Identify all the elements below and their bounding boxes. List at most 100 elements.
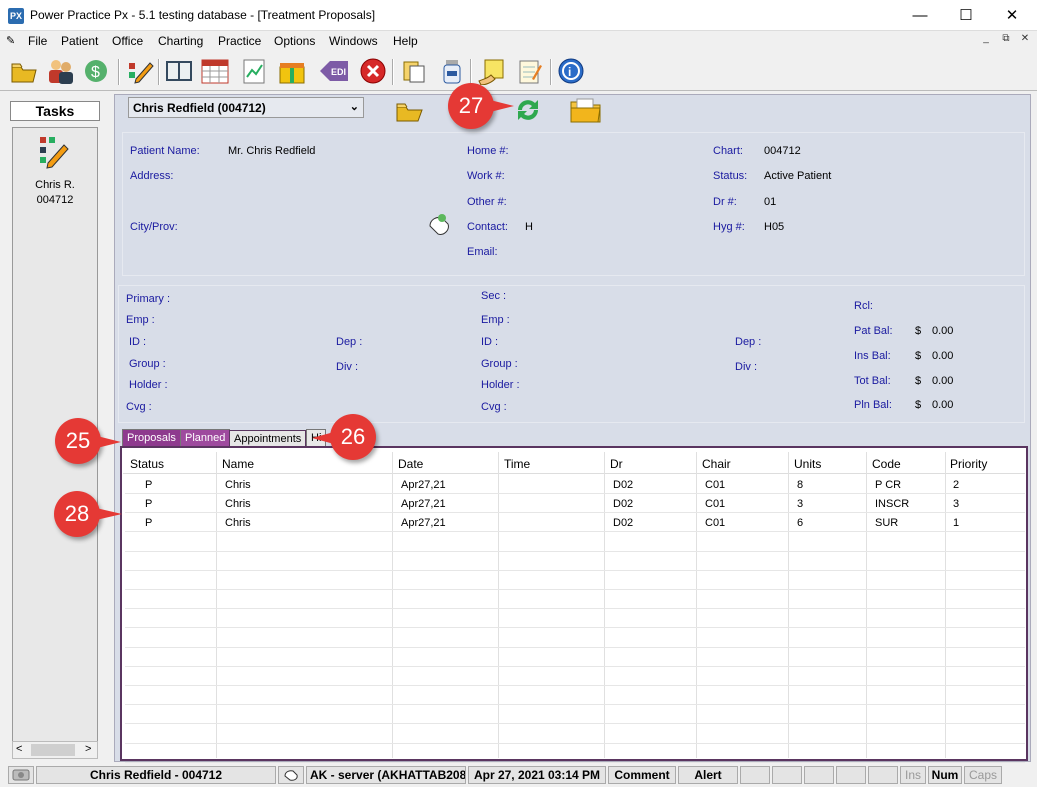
menu-practice[interactable]: Practice <box>218 34 261 48</box>
task-patient-name[interactable]: Chris R. <box>12 179 98 191</box>
table-cell-code: P CR <box>875 479 902 491</box>
col-dr[interactable]: Dr <box>610 457 623 471</box>
grid-row-line <box>125 646 1025 648</box>
notepad-icon[interactable] <box>514 55 546 87</box>
status-datetime: Apr 27, 2021 03:14 PM <box>468 766 606 784</box>
grid-row-line <box>125 704 1025 706</box>
menu-help[interactable]: Help <box>393 34 418 48</box>
tab-planned[interactable]: Planned <box>180 429 231 447</box>
mdi-minimize-button[interactable]: _ <box>978 33 994 47</box>
documents-icon[interactable] <box>398 55 430 87</box>
medication-icon[interactable] <box>436 55 468 87</box>
window-title: Power Practice Px - 5.1 testing database… <box>30 8 376 22</box>
secondary-dep-label: Dep : <box>735 336 762 348</box>
menu-options[interactable]: Options <box>274 34 315 48</box>
email-label: Email: <box>467 246 498 258</box>
toolbar: $ EDI i <box>0 51 1037 91</box>
col-chair[interactable]: Chair <box>702 457 731 471</box>
ins-bal-value: 0.00 <box>932 350 954 362</box>
table-cell-name: Chris <box>225 479 251 491</box>
mdi-close-button[interactable]: ✕ <box>1017 33 1033 47</box>
table-cell-chair: C01 <box>705 498 726 511</box>
secondary-emp-label: Emp : <box>481 314 510 326</box>
task-patient-id[interactable]: 004712 <box>12 194 98 206</box>
table-cell-dr: D02 <box>613 517 634 530</box>
tasks-scrollbar[interactable]: < > <box>12 741 98 759</box>
refresh-icon[interactable] <box>512 96 544 127</box>
table-cell-name: Chris <box>225 517 251 530</box>
chart-label: Chart: <box>713 145 743 157</box>
menu-office[interactable]: Office <box>112 34 143 48</box>
col-priority[interactable]: Priority <box>950 457 987 471</box>
secondary-holder-label: Holder : <box>481 379 520 391</box>
cancel-icon[interactable] <box>357 55 389 87</box>
callout-26: 26 <box>330 414 376 460</box>
status-value: Active Patient <box>764 170 832 182</box>
scroll-right-icon[interactable]: > <box>85 743 91 755</box>
col-units[interactable]: Units <box>794 457 821 471</box>
gift-box-icon[interactable] <box>276 55 308 87</box>
calendar-icon[interactable] <box>199 55 231 87</box>
scrollbar-thumb[interactable] <box>31 744 75 756</box>
toolbar-separator <box>470 59 472 85</box>
chart-pencil-icon[interactable] <box>124 55 156 87</box>
col-date[interactable]: Date <box>398 457 423 471</box>
patients-icon[interactable] <box>44 55 76 87</box>
open-folder-button[interactable] <box>395 99 425 126</box>
scroll-left-icon[interactable]: < <box>16 743 22 755</box>
table-cell-code: SUR <box>875 517 899 530</box>
pat-bal-value: 0.00 <box>932 325 954 337</box>
table-cell-units: 8 <box>797 479 804 491</box>
chart-value: 004712 <box>764 145 801 157</box>
callout-pointer <box>312 432 334 444</box>
status-empty-panel <box>740 766 770 784</box>
maximize-button[interactable]: ☐ <box>943 0 989 31</box>
menu-windows[interactable]: Windows <box>329 34 378 48</box>
tab-proposals[interactable]: Proposals <box>122 429 181 447</box>
tasks-header: Tasks <box>10 101 100 121</box>
info-icon[interactable]: i <box>555 55 587 87</box>
app-logo-icon: PX <box>8 8 24 24</box>
server-phone-icon <box>278 766 304 784</box>
work-phone-label: Work #: <box>467 170 505 182</box>
menu-patient[interactable]: Patient <box>61 34 98 48</box>
primary-label: Primary : <box>126 293 170 305</box>
status-num: Num <box>928 766 962 784</box>
status-comment[interactable]: Comment <box>608 766 676 784</box>
status-alert[interactable]: Alert <box>678 766 738 784</box>
table-cell-status: P <box>145 517 153 530</box>
chevron-down-icon[interactable]: ⌄ <box>350 100 359 113</box>
file-folder-icon[interactable] <box>569 96 603 127</box>
mdi-restore-button[interactable]: ⧉ <box>998 33 1014 47</box>
close-button[interactable]: ✕ <box>989 0 1035 31</box>
toolbar-separator <box>158 59 160 85</box>
doc-menu-icon[interactable]: ✎ <box>6 34 15 47</box>
contact-phone-icon[interactable] <box>426 212 452 239</box>
grid-row-line <box>125 685 1025 686</box>
callout-27: 27 <box>448 83 494 129</box>
col-time[interactable]: Time <box>504 457 530 471</box>
patient-select[interactable]: Chris Redfield (004712) ⌄ <box>128 97 364 118</box>
minimize-button[interactable]: — <box>897 0 943 31</box>
money-cycle-icon[interactable]: $ <box>80 55 112 87</box>
menu-charting[interactable]: Charting <box>158 34 203 48</box>
toolbar-separator <box>392 59 394 85</box>
home-phone-label: Home #: <box>467 145 509 157</box>
clipboard-chart-icon[interactable] <box>238 55 270 87</box>
col-code[interactable]: Code <box>872 457 901 471</box>
table-cell-dr: D02 <box>613 479 634 491</box>
menu-file[interactable]: File <box>28 34 47 48</box>
edi-icon[interactable]: EDI <box>318 55 350 87</box>
status-caps: Caps <box>964 766 1002 784</box>
note-hand-icon[interactable] <box>476 55 508 87</box>
book-icon[interactable] <box>163 55 195 87</box>
table-cell-priority: 1 <box>953 517 960 530</box>
patient-task-icon[interactable] <box>38 135 72 169</box>
col-name[interactable]: Name <box>222 457 254 471</box>
camera-icon[interactable] <box>8 766 34 784</box>
open-folder-icon[interactable] <box>8 55 40 87</box>
table-cell-priority: 2 <box>953 479 960 491</box>
tot-bal-value: 0.00 <box>932 375 954 387</box>
col-status[interactable]: Status <box>130 457 164 471</box>
pat-bal-currency: $ <box>915 325 922 337</box>
